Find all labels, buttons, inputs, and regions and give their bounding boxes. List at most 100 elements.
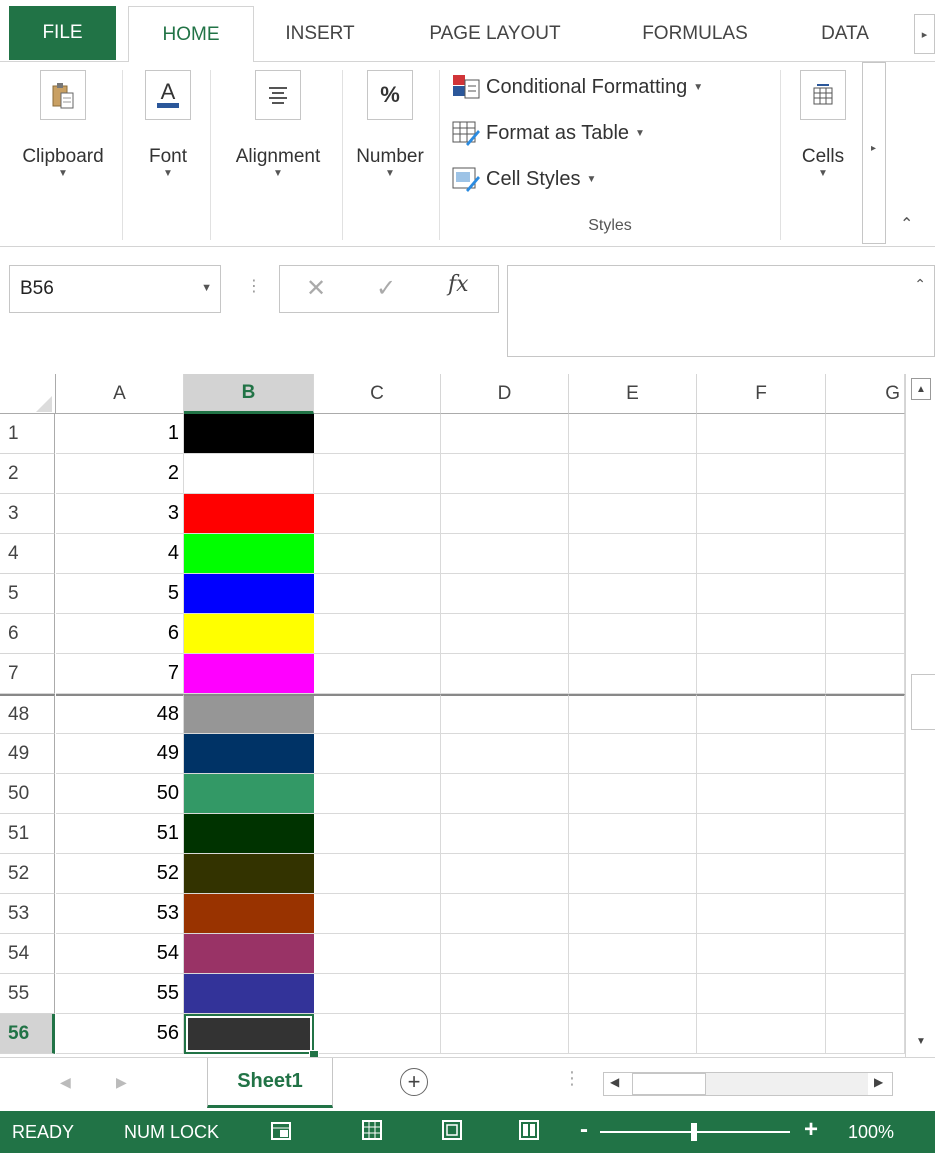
cell-e50[interactable] (569, 774, 697, 814)
cell-f48[interactable] (697, 694, 826, 734)
row-header-52[interactable]: 52 (0, 854, 55, 894)
cell-b2[interactable] (184, 454, 314, 494)
cell-b48[interactable] (184, 694, 314, 734)
cell-f4[interactable] (697, 534, 826, 574)
cell-f51[interactable] (697, 814, 826, 854)
cell-c2[interactable] (314, 454, 441, 494)
cell-c49[interactable] (314, 734, 441, 774)
formula-input[interactable]: ⌃ (507, 265, 935, 357)
cell-d2[interactable] (441, 454, 569, 494)
chevron-down-icon[interactable]: ▼ (201, 282, 212, 294)
cell-f6[interactable] (697, 614, 826, 654)
page-break-view-icon[interactable] (518, 1119, 540, 1146)
cell-c53[interactable] (314, 894, 441, 934)
conditional-formatting-button[interactable]: Conditional Formatting ▼ (452, 74, 703, 100)
cell-a51[interactable]: 51 (56, 814, 184, 854)
cell-d51[interactable] (441, 814, 569, 854)
cell-g4[interactable] (826, 534, 905, 574)
cell-g3[interactable] (826, 494, 905, 534)
cell-f54[interactable] (697, 934, 826, 974)
cell-f1[interactable] (697, 414, 826, 454)
horizontal-scroll-thumb[interactable] (632, 1073, 706, 1095)
vertical-scrollbar[interactable]: ▲ ▼ (905, 374, 935, 1057)
cell-d7[interactable] (441, 654, 569, 694)
zoom-level[interactable]: 100% (848, 1122, 894, 1143)
cell-e2[interactable] (569, 454, 697, 494)
cell-g54[interactable] (826, 934, 905, 974)
vertical-scroll-thumb[interactable] (911, 674, 935, 730)
enter-check-icon[interactable]: ✓ (376, 274, 396, 303)
cell-e48[interactable] (569, 694, 697, 734)
new-sheet-button[interactable]: + (400, 1068, 428, 1096)
cell-a53[interactable]: 53 (56, 894, 184, 934)
cell-a6[interactable]: 6 (56, 614, 184, 654)
cell-a50[interactable]: 50 (56, 774, 184, 814)
cell-b50[interactable] (184, 774, 314, 814)
row-header-51[interactable]: 51 (0, 814, 55, 854)
cell-b3[interactable] (184, 494, 314, 534)
number-button[interactable]: % Number ▼ (344, 70, 436, 179)
cell-a5[interactable]: 5 (56, 574, 184, 614)
collapse-ribbon-button[interactable]: ⌃ (900, 214, 913, 234)
cell-b51[interactable] (184, 814, 314, 854)
cell-c52[interactable] (314, 854, 441, 894)
cell-f7[interactable] (697, 654, 826, 694)
cell-e55[interactable] (569, 974, 697, 1014)
cell-f3[interactable] (697, 494, 826, 534)
zoom-out-button[interactable]: - (580, 1116, 588, 1144)
cell-a56[interactable]: 56 (56, 1014, 184, 1054)
cell-g48[interactable] (826, 694, 905, 734)
tab-formulas[interactable]: FORMULAS (620, 14, 770, 54)
macro-record-icon[interactable] (270, 1119, 292, 1146)
cell-c56[interactable] (314, 1014, 441, 1054)
cell-b6[interactable] (184, 614, 314, 654)
row-header-50[interactable]: 50 (0, 774, 55, 814)
tab-scroll-right-button[interactable]: ▸ (914, 14, 935, 54)
name-box[interactable]: B56 ▼ (9, 265, 221, 313)
cell-d49[interactable] (441, 734, 569, 774)
cell-a2[interactable]: 2 (56, 454, 184, 494)
cell-e6[interactable] (569, 614, 697, 654)
cell-b4[interactable] (184, 534, 314, 574)
font-button[interactable]: A Font ▼ (130, 70, 206, 179)
alignment-button[interactable]: Alignment ▼ (216, 70, 340, 179)
cell-d5[interactable] (441, 574, 569, 614)
zoom-slider-thumb[interactable] (691, 1123, 697, 1141)
cell-e1[interactable] (569, 414, 697, 454)
column-header-d[interactable]: D (441, 374, 569, 414)
cell-c6[interactable] (314, 614, 441, 654)
cell-e54[interactable] (569, 934, 697, 974)
cell-a52[interactable]: 52 (56, 854, 184, 894)
cell-d1[interactable] (441, 414, 569, 454)
row-header-2[interactable]: 2 (0, 454, 55, 494)
cells-button[interactable]: Cells ▼ (790, 70, 856, 179)
cell-d54[interactable] (441, 934, 569, 974)
row-header-1[interactable]: 1 (0, 414, 55, 454)
cell-b54[interactable] (184, 934, 314, 974)
cell-e51[interactable] (569, 814, 697, 854)
cell-b56[interactable] (184, 1014, 314, 1054)
cell-b53[interactable] (184, 894, 314, 934)
cell-a49[interactable]: 49 (56, 734, 184, 774)
cell-f53[interactable] (697, 894, 826, 934)
column-header-g[interactable]: G (826, 374, 905, 414)
row-header-56[interactable]: 56 (0, 1014, 55, 1054)
previous-sheet-icon[interactable]: ◀ (60, 1074, 71, 1091)
row-header-6[interactable]: 6 (0, 614, 55, 654)
row-header-49[interactable]: 49 (0, 734, 55, 774)
cell-a4[interactable]: 4 (56, 534, 184, 574)
ribbon-scroll-area[interactable]: ▸ (862, 62, 886, 244)
scroll-right-icon[interactable]: ▶ (874, 1075, 883, 1089)
page-layout-view-icon[interactable] (441, 1119, 463, 1146)
sheet-tab-sheet1[interactable]: Sheet1 (207, 1058, 333, 1108)
cell-d4[interactable] (441, 534, 569, 574)
cell-d56[interactable] (441, 1014, 569, 1054)
cell-g6[interactable] (826, 614, 905, 654)
cell-a7[interactable]: 7 (56, 654, 184, 694)
clipboard-button[interactable]: Clipboard ▼ (8, 70, 118, 179)
tab-home[interactable]: HOME (128, 6, 254, 62)
row-header-3[interactable]: 3 (0, 494, 55, 534)
cell-b7[interactable] (184, 654, 314, 694)
cell-c7[interactable] (314, 654, 441, 694)
cell-d52[interactable] (441, 854, 569, 894)
